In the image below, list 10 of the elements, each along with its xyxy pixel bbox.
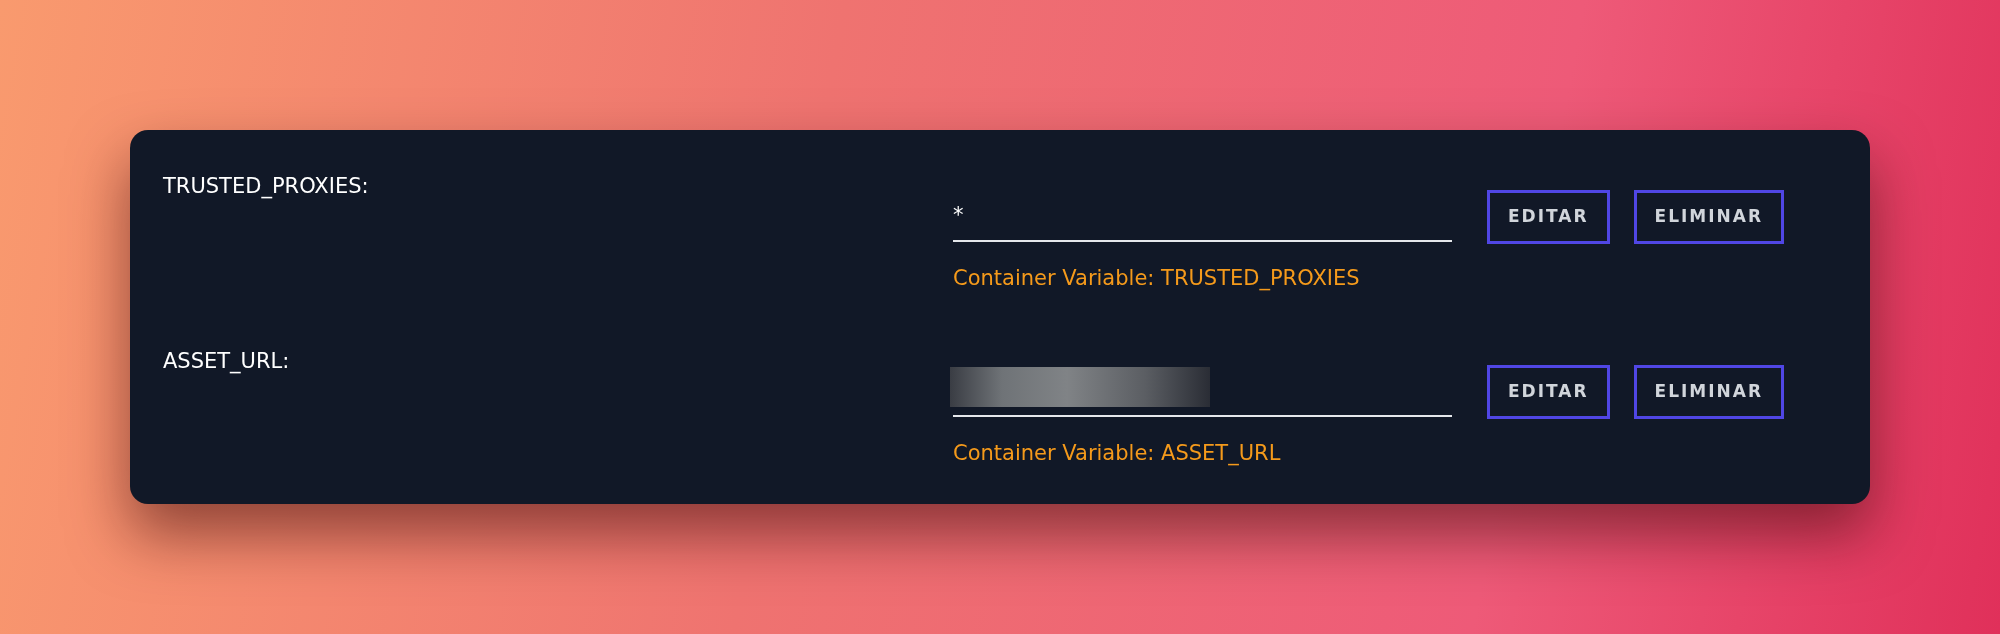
edit-button[interactable]: EDITAR xyxy=(1487,365,1610,419)
edit-button[interactable]: EDITAR xyxy=(1487,190,1610,244)
value-field[interactable] xyxy=(953,365,1452,417)
variable-label: ASSET_URL: xyxy=(163,348,291,376)
value-field[interactable]: * xyxy=(953,190,1452,242)
delete-button[interactable]: ELIMINAR xyxy=(1633,190,1785,244)
variable-label: TRUSTED_PROXIES: xyxy=(163,173,370,201)
helper-text: Container Variable: TRUSTED_PROXIES xyxy=(953,265,1361,293)
delete-button[interactable]: ELIMINAR xyxy=(1633,365,1785,419)
helper-text: Container Variable: ASSET_URL xyxy=(953,440,1282,468)
